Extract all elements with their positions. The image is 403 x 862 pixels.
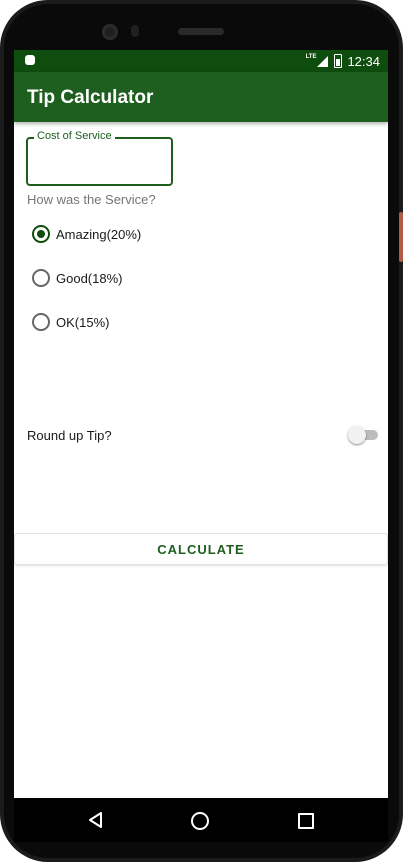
radio-option-amazing[interactable]: Amazing(20%) [32, 223, 141, 245]
round-up-label: Round up Tip? [27, 428, 112, 443]
back-icon[interactable] [88, 812, 104, 828]
network-type-label: LTE [305, 54, 317, 60]
radio-label: OK(15%) [56, 314, 110, 330]
earpiece-speaker [178, 28, 224, 35]
status-bar: LTE 12:34 [14, 50, 388, 72]
front-camera [102, 24, 118, 40]
device-frame: LTE 12:34 Tip Calculator Cost of Service… [0, 0, 403, 862]
app-title: Tip Calculator [27, 87, 154, 108]
cost-of-service-field[interactable]: Cost of Service [26, 130, 173, 186]
status-right-group: LTE 12:34 [306, 52, 380, 70]
status-time: 12:34 [347, 53, 380, 69]
switch-thumb [348, 426, 366, 444]
service-question: How was the Service? [27, 192, 156, 207]
cost-of-service-label: Cost of Service [34, 130, 115, 142]
radio-unchecked-icon[interactable] [32, 269, 50, 287]
calculate-button[interactable]: CALCULATE [14, 533, 388, 565]
radio-option-ok[interactable]: OK(15%) [32, 311, 109, 333]
signal-icon [317, 55, 329, 67]
radio-unchecked-icon[interactable] [32, 313, 50, 331]
radio-label: Good(18%) [56, 270, 123, 286]
navigation-bar [14, 798, 388, 842]
radio-label: Amazing(20%) [56, 226, 142, 242]
home-icon[interactable] [191, 812, 209, 830]
proximity-sensor [131, 25, 139, 37]
radio-option-good[interactable]: Good(18%) [32, 267, 122, 289]
round-up-switch[interactable] [348, 426, 378, 444]
app-screen: LTE 12:34 Tip Calculator Cost of Service… [14, 50, 388, 798]
app-bar: Tip Calculator [14, 72, 388, 122]
power-button [399, 212, 403, 262]
battery-icon [334, 54, 343, 68]
notification-icon [25, 55, 35, 65]
recents-icon[interactable] [298, 813, 314, 829]
radio-checked-icon[interactable] [32, 225, 50, 243]
